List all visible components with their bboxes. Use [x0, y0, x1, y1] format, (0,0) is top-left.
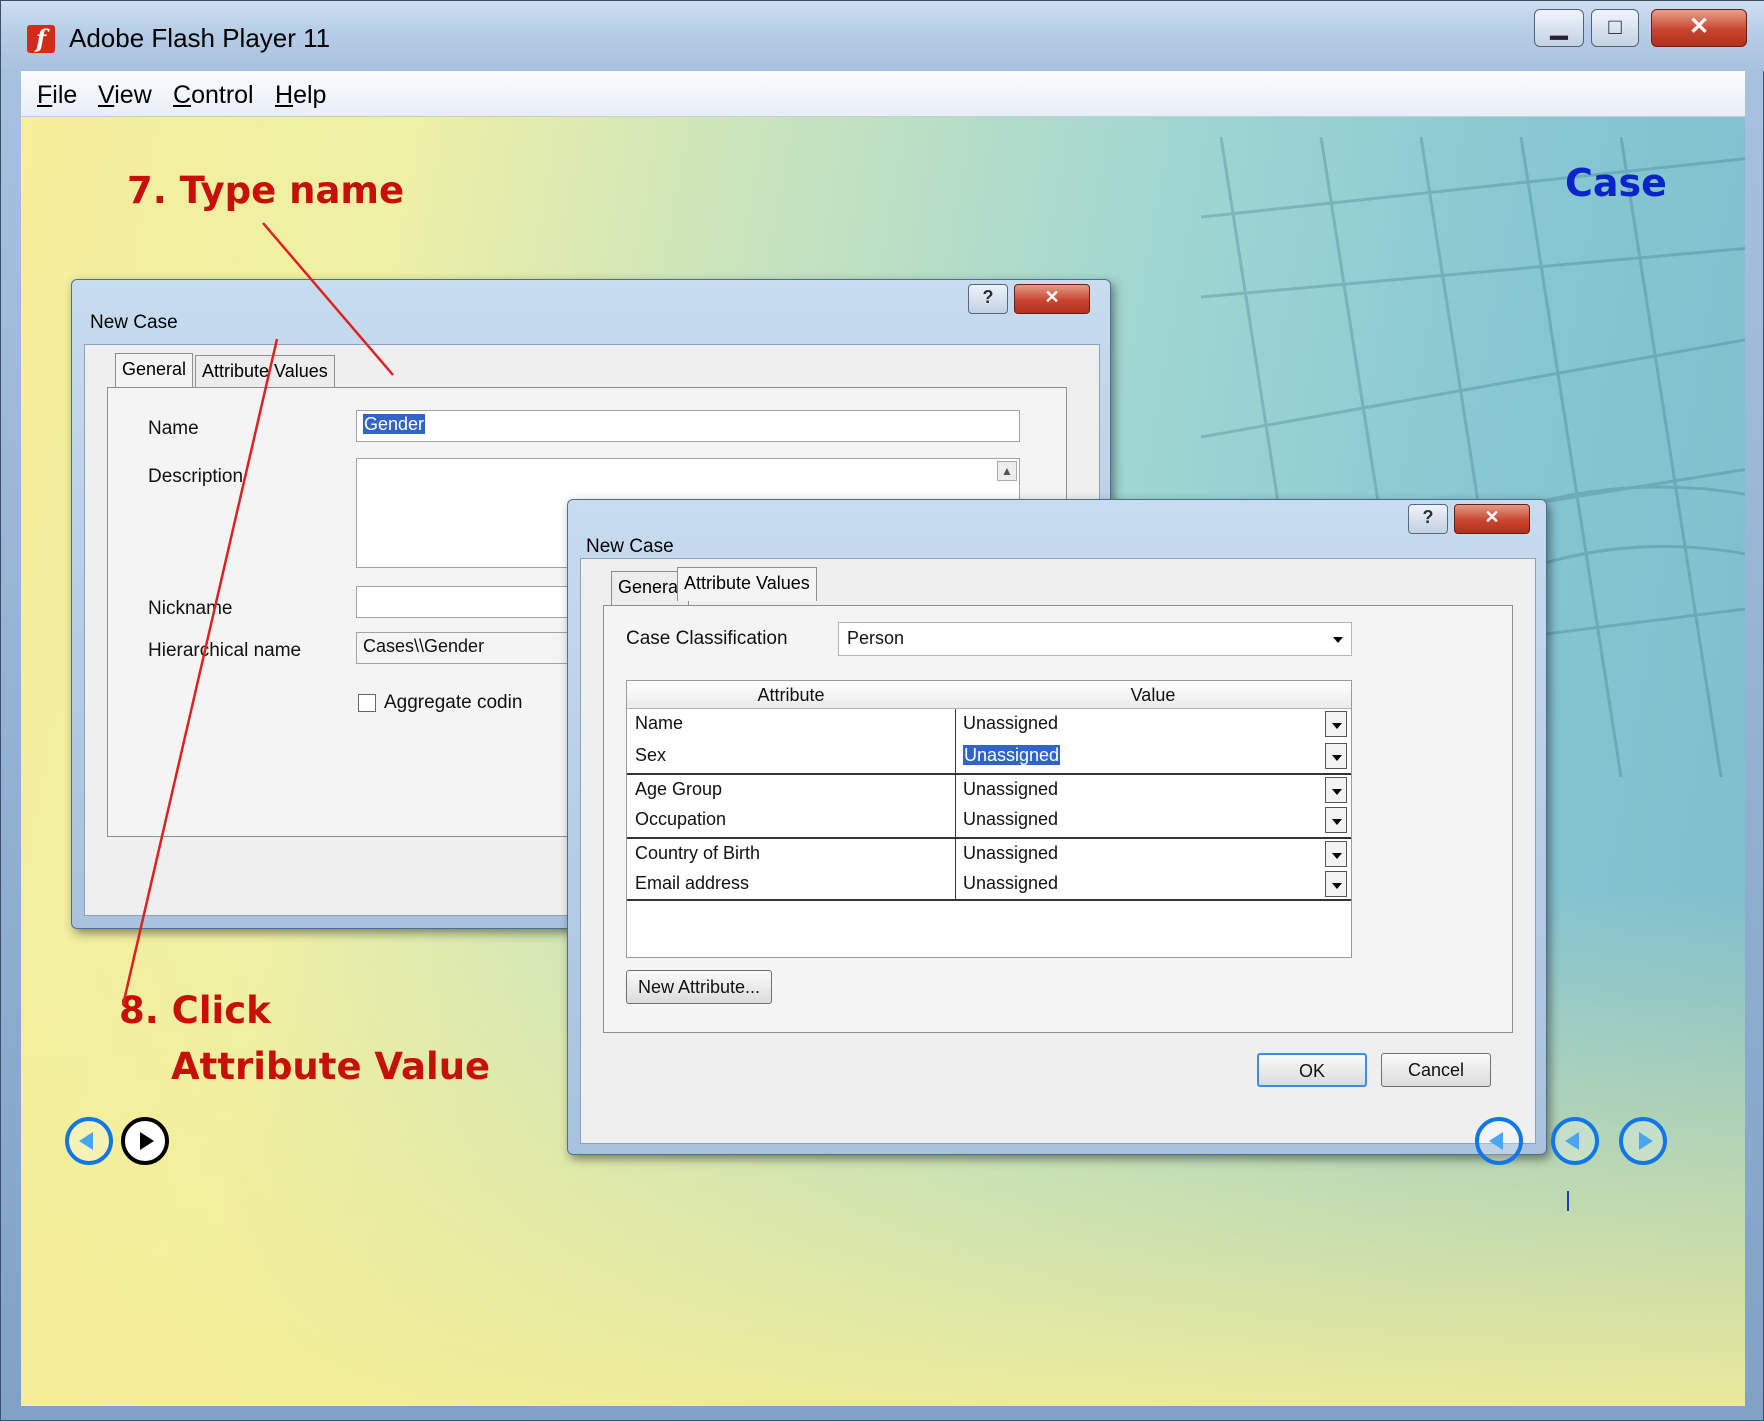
tab-attribute-values[interactable]: Attribute Values — [195, 355, 335, 389]
minimize-button[interactable]: ▁ — [1534, 9, 1584, 47]
value-column-header: Value — [1130, 685, 1176, 705]
menu-file[interactable]: File — [37, 81, 77, 110]
attribute-cell: Age Group — [635, 779, 723, 799]
table-row[interactable]: Age Group Unassigned — [627, 773, 1351, 805]
nickname-label: Nickname — [148, 598, 233, 619]
help-button[interactable]: ? — [1408, 504, 1448, 534]
attribute-cell: Occupation — [635, 809, 727, 829]
slide-area: Case 7. Type name 8. Click Attribute Val… — [21, 117, 1745, 1406]
scroll-up-icon[interactable]: ▲ — [997, 461, 1017, 481]
attribute-column-header: Attribute — [757, 685, 825, 705]
annotation-attribute-value: Attribute Value — [171, 1045, 491, 1088]
next-icon — [1639, 1132, 1653, 1150]
previous-icon — [1565, 1132, 1579, 1150]
maximize-button[interactable]: □ — [1591, 9, 1639, 47]
table-row[interactable]: Email address Unassigned — [627, 869, 1351, 901]
attribute-cell: Country of Birth — [635, 843, 761, 863]
menu-control[interactable]: Control — [173, 81, 254, 110]
first-icon — [1489, 1132, 1503, 1150]
attribute-cell: Name — [635, 713, 684, 733]
close-icon: ✕ — [1688, 13, 1710, 40]
attribute-cell: Email address — [635, 873, 750, 893]
table-row[interactable]: Sex Unassigned — [627, 741, 1351, 773]
back-icon — [79, 1132, 93, 1150]
chevron-down-icon[interactable] — [1325, 871, 1347, 897]
first-button[interactable] — [1475, 1117, 1523, 1165]
previous-button[interactable] — [1551, 1117, 1599, 1165]
menu-help[interactable]: Help — [275, 81, 326, 110]
flash-player-window: f Adobe Flash Player 11 ▁ □ ✕ File View … — [0, 0, 1764, 1421]
table-row[interactable]: Name Unassigned — [627, 709, 1351, 741]
annotation-type-name: 7. Type name — [127, 169, 405, 212]
help-icon: ? — [1422, 507, 1434, 527]
name-input[interactable]: Gender — [356, 410, 1020, 442]
new-case-dialog-front: New Case ? ✕ General Attribute Values Ca… — [567, 499, 1547, 1155]
minimize-icon: ▁ — [1550, 14, 1568, 39]
value-cell: Unassigned — [963, 809, 1059, 829]
help-icon: ? — [982, 287, 994, 307]
menu-view[interactable]: View — [98, 81, 152, 110]
close-icon: ✕ — [1484, 507, 1500, 527]
dialog-title: New Case — [90, 312, 178, 333]
hierarchical-name-label: Hierarchical name — [148, 640, 302, 661]
tab-general[interactable]: General — [115, 353, 194, 387]
window-title: Adobe Flash Player 11 — [69, 23, 331, 53]
attribute-values-panel: Case Classification Person Attribute Val… — [603, 605, 1513, 1033]
play-icon — [140, 1132, 154, 1150]
close-button[interactable]: ✕ — [1651, 9, 1747, 47]
flash-icon: f — [27, 25, 55, 53]
value-cell: Unassigned — [963, 713, 1059, 733]
grid-body: Name Unassigned Sex Unassigned Age Group Un… — [627, 709, 1351, 901]
dialog-body: General Attribute Values Case Classifica… — [580, 558, 1536, 1144]
title-bar[interactable]: f Adobe Flash Player 11 ▁ □ ✕ — [1, 1, 1764, 71]
text-cursor — [1567, 1191, 1569, 1211]
chevron-down-icon[interactable] — [1325, 807, 1347, 833]
close-button[interactable]: ✕ — [1454, 504, 1530, 534]
aggregate-label: Aggregate codin — [384, 692, 523, 713]
maximize-icon: □ — [1608, 14, 1622, 39]
attribute-grid: Attribute Value Name Unassigned Sex Unassi… — [626, 680, 1352, 958]
name-label: Name — [148, 418, 199, 439]
value-cell: Unassigned — [963, 873, 1059, 893]
new-attribute-button[interactable]: New Attribute... — [626, 970, 772, 1004]
grid-header: Attribute Value — [627, 681, 1351, 709]
cancel-button[interactable]: Cancel — [1381, 1053, 1491, 1087]
close-icon: ✕ — [1044, 287, 1060, 307]
play-button[interactable] — [121, 1117, 169, 1165]
value-cell: Unassigned — [963, 843, 1059, 863]
close-button[interactable]: ✕ — [1014, 284, 1090, 314]
table-row[interactable]: Country of Birth Unassigned — [627, 837, 1351, 869]
next-button[interactable] — [1619, 1117, 1667, 1165]
chevron-down-icon[interactable] — [1325, 711, 1347, 737]
table-row[interactable]: Occupation Unassigned — [627, 805, 1351, 837]
slide-heading: Case — [1565, 161, 1667, 205]
chevron-down-icon[interactable] — [1325, 841, 1347, 867]
value-cell: Unassigned — [963, 779, 1059, 799]
dialog-title: New Case — [586, 536, 674, 557]
annotation-click: 8. Click — [119, 989, 271, 1032]
attribute-cell: Sex — [635, 745, 667, 765]
case-classification-select[interactable]: Person — [838, 622, 1352, 656]
help-button[interactable]: ? — [968, 284, 1008, 314]
ok-button[interactable]: OK — [1257, 1053, 1367, 1087]
chevron-down-icon — [1333, 637, 1343, 643]
case-classification-label: Case Classification — [626, 628, 788, 649]
value-cell: Unassigned — [963, 745, 1061, 765]
aggregate-checkbox[interactable] — [358, 694, 376, 712]
description-label: Description — [148, 466, 244, 487]
chevron-down-icon[interactable] — [1325, 743, 1347, 769]
back-button[interactable] — [65, 1117, 113, 1165]
tab-attribute-values[interactable]: Attribute Values — [677, 567, 817, 601]
chevron-down-icon[interactable] — [1325, 777, 1347, 803]
menu-bar: File View Control Help — [21, 71, 1745, 117]
case-classification-value: Person — [847, 628, 905, 648]
